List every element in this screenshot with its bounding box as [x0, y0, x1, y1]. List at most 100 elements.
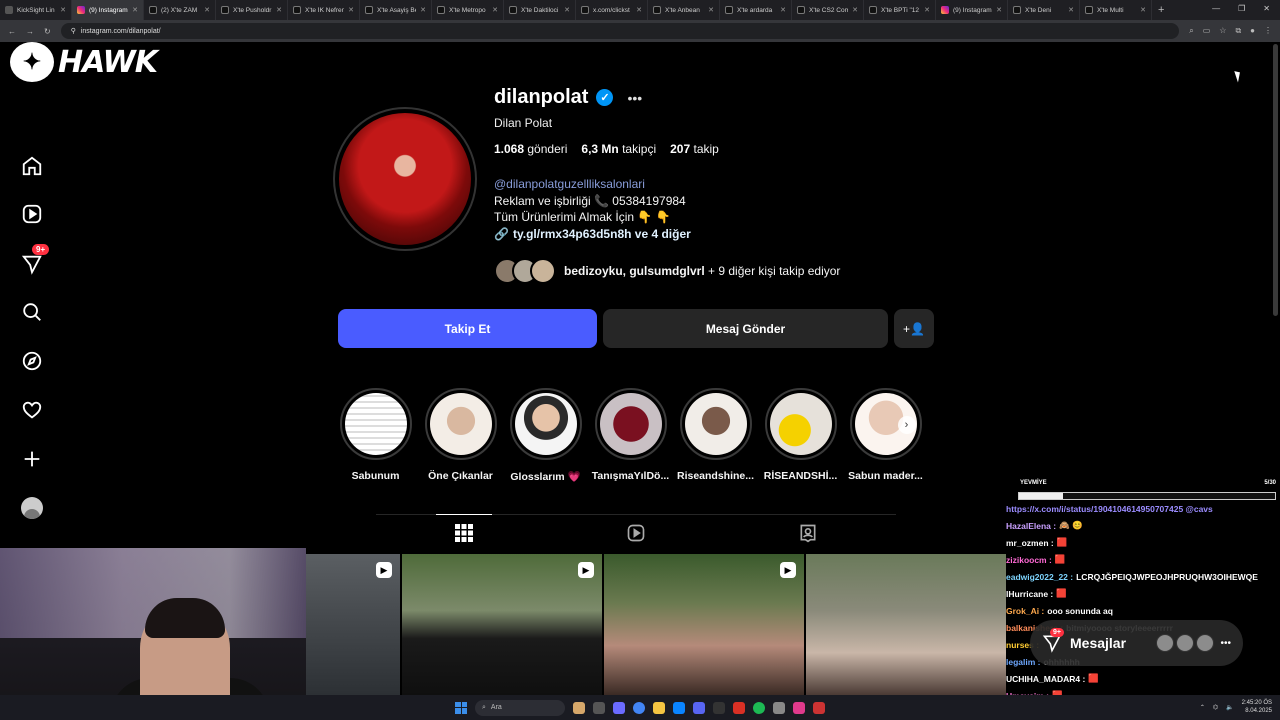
taskbar-app-icon[interactable]	[733, 701, 745, 714]
followed-by-row[interactable]: bedizoyku, gulsumdglvrl + 9 diğer kişi t…	[494, 258, 840, 284]
maximize-icon[interactable]: ❐	[1238, 4, 1245, 13]
grid-post[interactable]: ▶	[402, 554, 602, 695]
taskbar-app-icon[interactable]	[613, 701, 625, 714]
new-tab-icon[interactable]: +	[1152, 4, 1170, 16]
search-icon[interactable]	[20, 300, 44, 324]
suggest-users-button[interactable]: +👤	[894, 309, 934, 348]
bio-mention-link[interactable]: @dilanpolatguzellliksalonlari	[494, 176, 691, 193]
browser-tab[interactable]: X'te Asayiş Be ✕	[360, 0, 432, 20]
address-bar[interactable]: ⚲ instagram.com/dilanpolat/	[60, 23, 1180, 39]
story-highlight[interactable]: Sabunum	[339, 388, 412, 483]
close-tab-icon[interactable]: ✕	[60, 6, 66, 14]
browser-tab[interactable]: X'te Metropo ✕	[432, 0, 504, 20]
browser-tab[interactable]: X'te İK Nefren ✕	[288, 0, 360, 20]
grid-post[interactable]: ▶	[306, 554, 400, 695]
edge-icon[interactable]	[673, 701, 685, 714]
story-highlight[interactable]: TanışmaYılDö...	[592, 388, 669, 483]
discord-icon[interactable]	[693, 701, 705, 714]
reload-icon[interactable]: ↻	[44, 27, 51, 36]
site-info-icon[interactable]: ⚲	[71, 27, 76, 35]
close-tab-icon[interactable]: ✕	[348, 6, 354, 14]
browser-tab[interactable]: X'te Daktiloci ✕	[504, 0, 576, 20]
grid-post[interactable]	[806, 554, 1006, 695]
follow-button[interactable]: Takip Et	[338, 309, 597, 348]
taskbar-app-icon[interactable]	[573, 701, 585, 714]
browser-tab[interactable]: (9) Instagram ✕	[72, 0, 144, 20]
taskbar-app-icon[interactable]	[713, 701, 725, 714]
taskbar-app-icon[interactable]	[773, 701, 785, 714]
browser-tab[interactable]: X'te Deni ✕	[1008, 0, 1080, 20]
browser-tab[interactable]: X'te Anbean ✕	[648, 0, 720, 20]
back-icon[interactable]: ←	[8, 27, 16, 36]
spotify-icon[interactable]	[753, 701, 765, 714]
browser-tab[interactable]: (2) X'te ZAM ✕	[144, 0, 216, 20]
taskbar-app-icon[interactable]	[793, 701, 805, 714]
following-stat[interactable]: 207 takip	[670, 142, 719, 156]
story-highlight[interactable]: Riseandshine...	[677, 388, 754, 483]
close-tab-icon[interactable]: ✕	[636, 6, 642, 14]
close-tab-icon[interactable]: ✕	[996, 6, 1002, 14]
profile-avatar[interactable]	[20, 496, 44, 520]
story-highlight[interactable]: › Sabun mader...	[848, 388, 923, 483]
profile-picture[interactable]	[333, 107, 477, 251]
bookmark-star-icon[interactable]: ☆	[1219, 26, 1226, 36]
close-tab-icon[interactable]: ✕	[564, 6, 570, 14]
taskbar-app-icon[interactable]	[813, 701, 825, 714]
close-tab-icon[interactable]: ✕	[420, 6, 426, 14]
bio-external-link[interactable]: 🔗 ty.gl/rmx34p63d5n8h ve 4 diğer	[494, 226, 691, 243]
messages-icon[interactable]: 9+	[20, 244, 50, 276]
heart-notifications-icon[interactable]	[20, 398, 44, 422]
tab-posts[interactable]	[436, 514, 492, 551]
extensions-icon[interactable]: ⧉	[1235, 26, 1241, 36]
browser-tab[interactable]: X'te Multi ✕	[1080, 0, 1152, 20]
close-tab-icon[interactable]: ✕	[852, 6, 858, 14]
reels-icon[interactable]	[20, 202, 44, 226]
taskbar-clock[interactable]: 2:45:20 ÖS 8.04.2025	[1242, 699, 1272, 715]
messages-pill[interactable]: 9+ Mesajlar •••	[1030, 620, 1243, 666]
browser-tab[interactable]: X'te ardarda ✕	[720, 0, 792, 20]
story-highlight[interactable]: Glosslarım 💗	[509, 388, 582, 483]
followers-stat[interactable]: 6,3 Mn takipçi	[581, 142, 656, 156]
grid-post[interactable]: ▶	[604, 554, 804, 695]
browser-tab[interactable]: X'te Pusholdr ✕	[216, 0, 288, 20]
browser-tab[interactable]: X'te BPTi "12 ✕	[864, 0, 936, 20]
tab-tagged[interactable]	[796, 515, 820, 551]
tray-chevron-icon[interactable]: ⌃	[1200, 704, 1205, 711]
taskbar-search[interactable]: ⌕ Ara	[475, 699, 565, 716]
close-tab-icon[interactable]: ✕	[1068, 6, 1074, 14]
profile-menu-icon[interactable]: ●	[1250, 26, 1255, 36]
zoom-icon[interactable]: ⌕	[1189, 26, 1193, 36]
volume-icon[interactable]: 🔈	[1226, 704, 1233, 711]
cast-icon[interactable]: ▭	[1203, 26, 1211, 36]
forward-icon[interactable]: →	[26, 27, 34, 36]
close-tab-icon[interactable]: ✕	[708, 6, 714, 14]
tab-reels[interactable]	[624, 515, 648, 551]
task-view-icon[interactable]	[593, 701, 605, 714]
browser-tab[interactable]: (9) Instagram ✕	[936, 0, 1008, 20]
browser-menu-icon[interactable]: ⋮	[1264, 26, 1272, 36]
close-tab-icon[interactable]: ✕	[132, 6, 138, 14]
browser-tab[interactable]: X'te CS2 Com ✕	[792, 0, 864, 20]
page-scrollbar[interactable]	[1273, 44, 1278, 316]
home-icon[interactable]	[20, 154, 44, 178]
browser-tab[interactable]: KickSight Lin ✕	[0, 0, 72, 20]
file-explorer-icon[interactable]	[653, 701, 665, 714]
send-message-button[interactable]: Mesaj Gönder	[603, 309, 888, 348]
close-window-icon[interactable]: ✕	[1263, 4, 1270, 13]
network-icon[interactable]: ⌬	[1213, 704, 1218, 711]
browser-tab[interactable]: x.com/clickst ✕	[576, 0, 648, 20]
close-tab-icon[interactable]: ✕	[492, 6, 498, 14]
story-highlight[interactable]: RİSEANDSHİ...	[764, 388, 837, 483]
close-tab-icon[interactable]: ✕	[276, 6, 282, 14]
chrome-icon[interactable]	[633, 701, 645, 714]
close-tab-icon[interactable]: ✕	[924, 6, 930, 14]
create-plus-icon[interactable]	[20, 447, 44, 471]
windows-start-icon[interactable]	[455, 701, 467, 714]
minimize-icon[interactable]: —	[1212, 4, 1220, 13]
close-tab-icon[interactable]: ✕	[1140, 6, 1146, 14]
close-tab-icon[interactable]: ✕	[204, 6, 210, 14]
close-tab-icon[interactable]: ✕	[780, 6, 786, 14]
next-arrow-icon[interactable]: ›	[897, 416, 916, 434]
explore-compass-icon[interactable]	[20, 349, 44, 373]
more-options-icon[interactable]: •••	[627, 90, 642, 106]
